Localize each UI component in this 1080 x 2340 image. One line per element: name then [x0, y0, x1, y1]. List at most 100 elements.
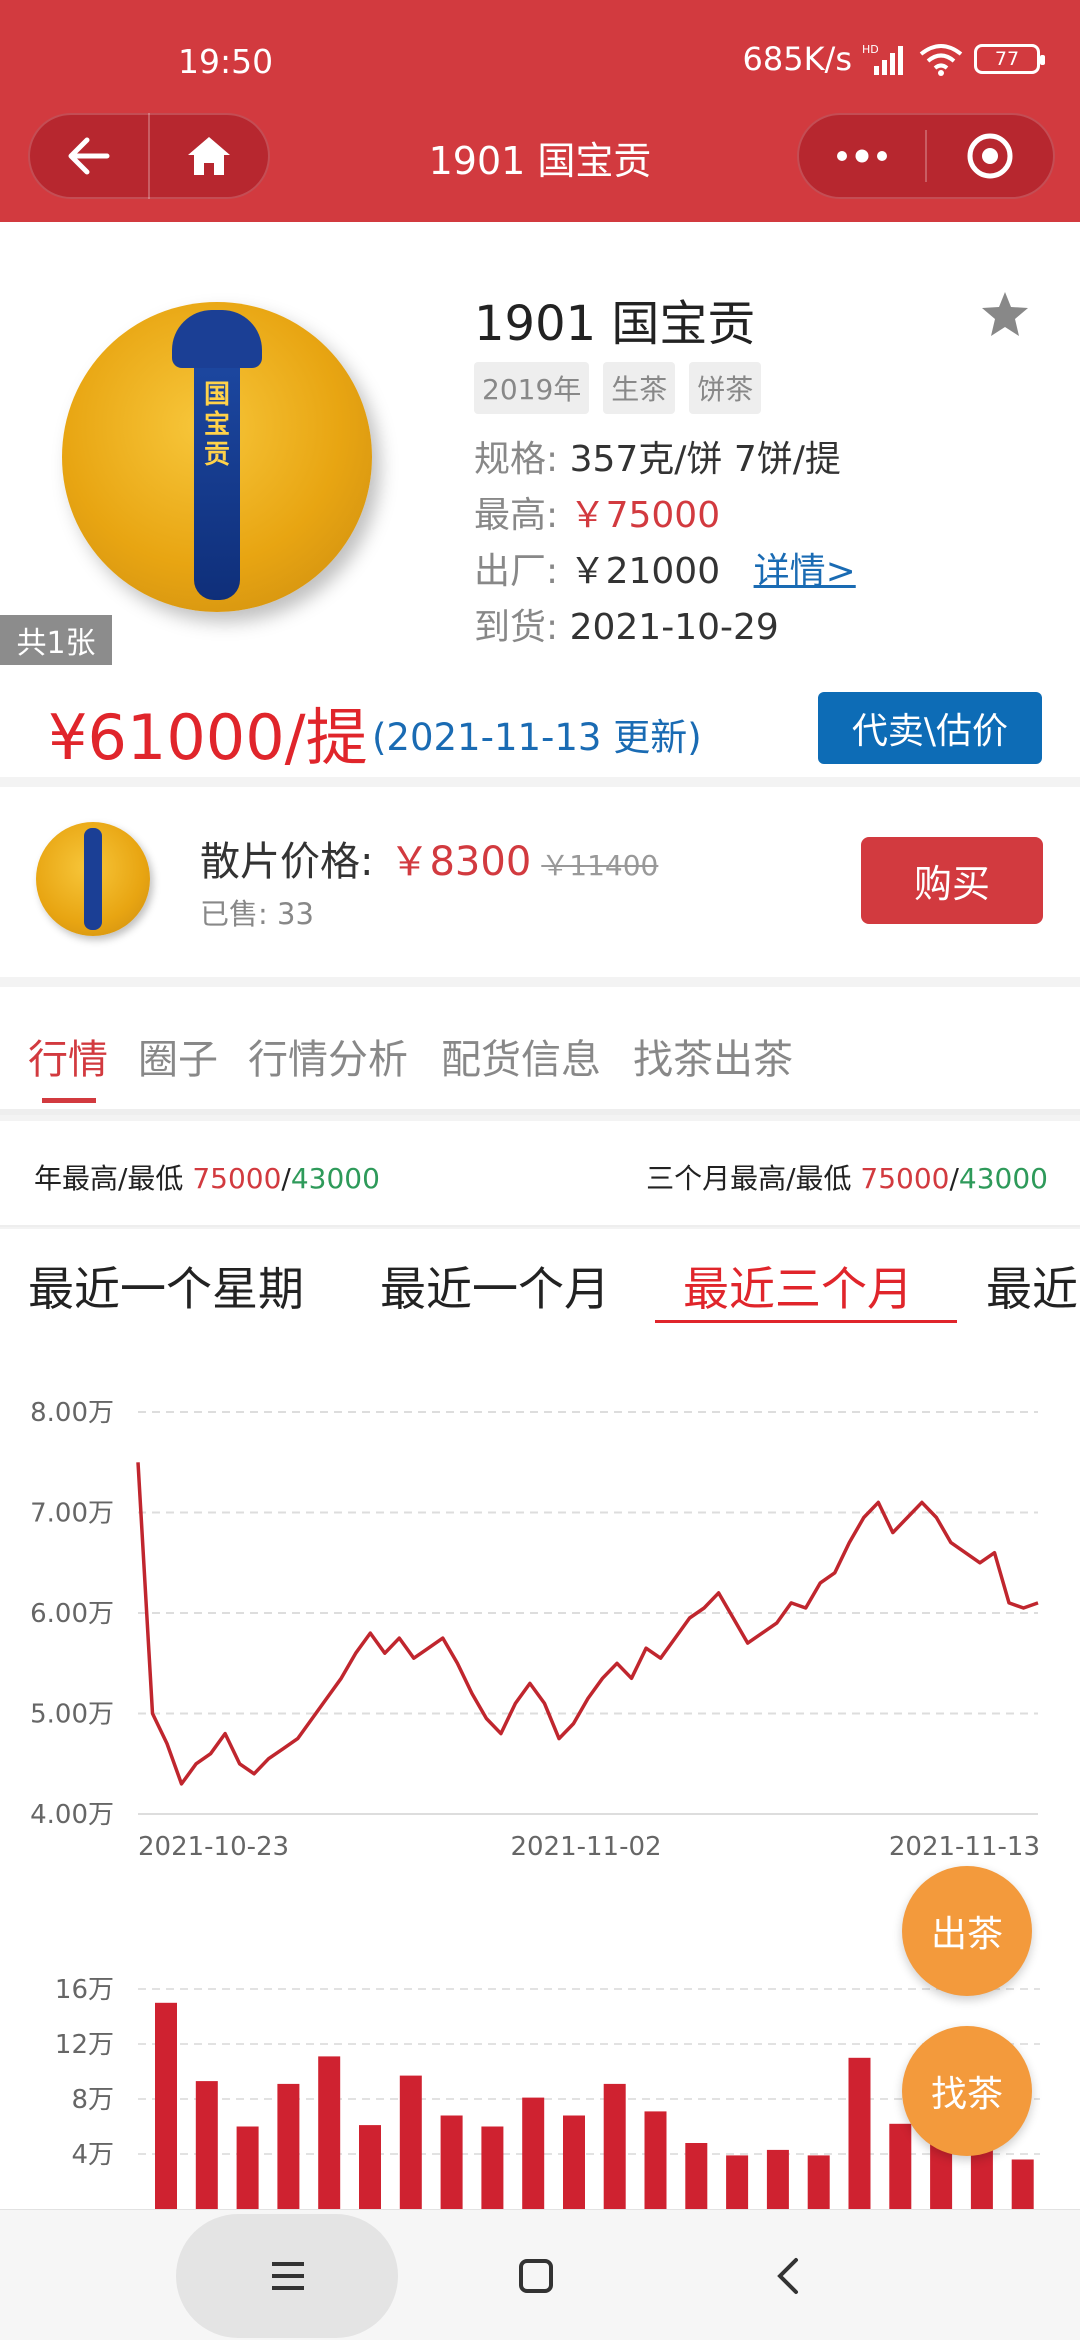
favorite-star-icon[interactable] — [980, 290, 1030, 338]
tag-type: 生茶 — [603, 362, 676, 414]
year-high-low: 年最高/最低 75000/43000 — [34, 1157, 380, 1197]
volume-bar — [440, 2115, 463, 2209]
volume-bar — [522, 2097, 545, 2209]
line-y-tick: 6.00万 — [30, 1599, 114, 1629]
line-x-tick: 2021-11-02 — [510, 1832, 661, 1862]
bar-y-tick: 4万 — [71, 2140, 114, 2170]
product-card: 国宝贡 共1张 1901 国宝贡 2019年 生茶 饼茶 规格: 357克/饼 … — [0, 222, 1080, 777]
volume-bar — [155, 2002, 177, 2209]
tag-form: 饼茶 — [689, 362, 762, 414]
more-button[interactable] — [799, 113, 925, 199]
arrival-label: 到货: — [474, 607, 559, 648]
square-icon — [519, 2259, 553, 2293]
quarter-high: 75000 — [860, 1162, 950, 1195]
volume-bar — [399, 2075, 422, 2209]
line-y-tick: 5.00万 — [30, 1700, 114, 1730]
year-range-label: 年最高/最低 — [34, 1162, 184, 1195]
high-low-row: 年最高/最低 75000/43000 三个月最高/最低 75000/43000 — [0, 1121, 1080, 1227]
volume-bar — [195, 2081, 218, 2209]
max-label: 最高: — [474, 495, 559, 536]
hd-label: HD — [862, 43, 879, 56]
period-more[interactable]: 最近 — [986, 1253, 1078, 1319]
loose-price: ￥8300 — [389, 839, 532, 885]
network-speed: 685K/s — [742, 40, 852, 78]
volume-bar — [563, 2115, 585, 2209]
max-value: ￥75000 — [569, 495, 721, 536]
buy-button[interactable]: 购买 — [861, 837, 1043, 924]
quarter-range-label: 三个月最高/最低 — [646, 1162, 852, 1195]
battery-icon: 77 — [974, 44, 1045, 74]
line-x-tick: 2021-10-23 — [138, 1832, 289, 1862]
volume-bar — [889, 2123, 912, 2209]
tab-circle[interactable]: 圈子 — [138, 1027, 218, 1085]
update-date: (2021-11-13 更新) — [372, 716, 702, 759]
bar-y-tick: 12万 — [55, 2030, 114, 2060]
factory-price-row: 出厂: ￥21000 详情> — [474, 542, 856, 594]
target-icon — [967, 133, 1013, 179]
consign-estimate-button[interactable]: 代卖\估价 — [818, 692, 1042, 764]
find-tea-button[interactable]: 找茶 — [902, 2026, 1032, 2156]
volume-bar — [603, 2083, 626, 2209]
signal-icon: HD — [862, 43, 903, 75]
line-y-tick: 4.00万 — [30, 1800, 114, 1830]
volume-bar — [848, 2057, 871, 2209]
tab-analysis[interactable]: 行情分析 — [248, 1027, 408, 1085]
year-high: 75000 — [192, 1162, 282, 1195]
active-tab-indicator — [42, 1098, 96, 1103]
app-header: 19:50 685K/s HD 77 1901 国宝贡 — [0, 0, 1080, 222]
quarter-sep: / — [949, 1162, 959, 1195]
volume-bar — [318, 2056, 341, 2209]
home-nav-button[interactable] — [504, 2244, 568, 2308]
battery-level: 77 — [994, 48, 1020, 70]
volume-bar — [481, 2126, 504, 2209]
factory-value: ￥21000 — [569, 551, 721, 592]
product-tags: 2019年 生茶 饼茶 — [474, 362, 762, 414]
loose-product-image — [36, 822, 150, 936]
period-three-months[interactable]: 最近三个月 — [683, 1253, 913, 1319]
menu-button[interactable] — [256, 2244, 320, 2308]
sell-tea-button[interactable]: 出茶 — [902, 1866, 1032, 1996]
more-dots-icon — [837, 149, 887, 163]
product-image[interactable]: 国宝贡 — [62, 302, 372, 612]
volume-bar — [359, 2125, 381, 2209]
tab-allocation[interactable]: 配货信息 — [441, 1027, 601, 1085]
arrival-row: 到货: 2021-10-29 — [474, 598, 779, 650]
nav-capsule-right — [797, 113, 1055, 199]
current-price: ¥61000/提 — [48, 701, 368, 774]
wifi-icon — [919, 44, 963, 76]
loose-price-label: 散片价格: — [200, 839, 374, 885]
section-tabs: 行情 圈子 行情分析 配货信息 找茶出茶 — [0, 987, 1080, 1115]
detail-link[interactable]: 详情> — [754, 551, 856, 592]
volume-bar — [807, 2155, 830, 2209]
bar-y-tick: 8万 — [71, 2085, 114, 2115]
line-x-tick: 2021-11-13 — [889, 1832, 1040, 1862]
status-time: 19:50 — [178, 42, 274, 81]
year-low: 43000 — [290, 1162, 380, 1195]
spec-value: 357克/饼 7饼/提 — [569, 439, 841, 480]
volume-bar — [644, 2111, 667, 2209]
quarter-high-low: 三个月最高/最低 75000/43000 — [646, 1157, 1048, 1197]
tab-market[interactable]: 行情 — [28, 1027, 108, 1085]
spec-label: 规格: — [474, 439, 559, 480]
line-y-tick: 7.00万 — [30, 1499, 114, 1529]
tab-find-tea[interactable]: 找茶出茶 — [633, 1027, 793, 1085]
photo-count-badge[interactable]: 共1张 — [0, 615, 112, 665]
close-miniapp-button[interactable] — [927, 113, 1053, 199]
period-selector: 最近一个星期 最近一个月 最近三个月 最近 — [0, 1229, 1080, 1329]
factory-label: 出厂: — [474, 551, 559, 592]
tag-year: 2019年 — [474, 362, 590, 414]
quarter-low: 43000 — [958, 1162, 1048, 1195]
product-title: 1901 国宝贡 — [474, 296, 756, 352]
volume-bar — [236, 2126, 259, 2209]
period-month[interactable]: 最近一个月 — [380, 1253, 610, 1319]
system-nav-bar — [0, 2209, 1080, 2340]
active-period-indicator — [655, 1320, 957, 1323]
loose-price-line: 散片价格: ￥8300 ￥11400 — [200, 829, 658, 887]
period-week[interactable]: 最近一个星期 — [28, 1253, 304, 1319]
year-sep: / — [281, 1162, 291, 1195]
menu-icon — [272, 2262, 304, 2290]
spec-row: 规格: 357克/饼 7饼/提 — [474, 430, 841, 482]
loose-old-price: ￥11400 — [541, 849, 659, 882]
back-nav-button[interactable] — [756, 2244, 820, 2308]
line-y-tick: 8.00万 — [30, 1398, 114, 1428]
